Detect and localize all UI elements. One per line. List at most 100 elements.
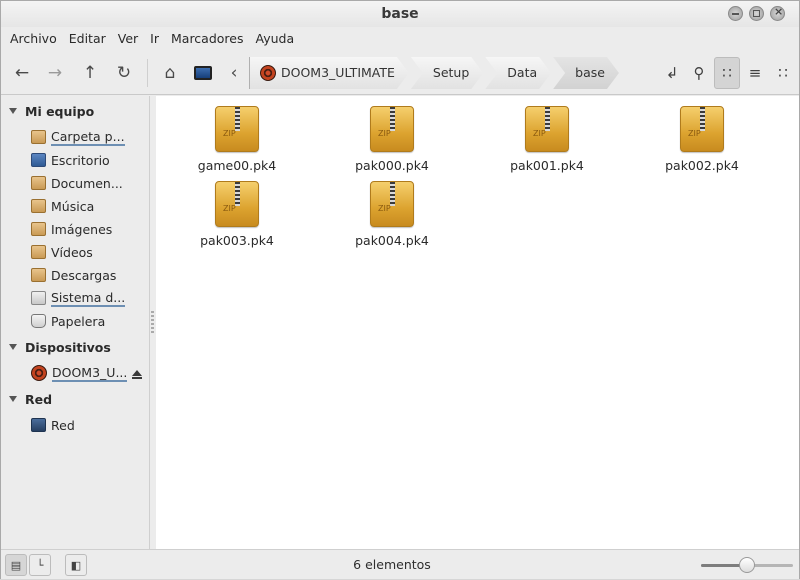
file-item[interactable]: game00.pk4: [182, 106, 292, 173]
sidebar-item-descargas[interactable]: Descargas: [31, 265, 147, 285]
file-view[interactable]: game00.pk4 pak000.pk4 pak001.pk4 pak002.…: [156, 96, 799, 549]
reload-icon: ↻: [116, 63, 132, 83]
sidebar-item-label: Papelera: [51, 313, 106, 329]
zip-archive-icon: [680, 106, 724, 152]
zoom-slider[interactable]: [701, 557, 793, 573]
forward-button[interactable]: →: [42, 60, 68, 86]
sidebar-item-videos[interactable]: Vídeos: [31, 242, 147, 262]
breadcrumb-scroll-left-button[interactable]: ‹: [221, 60, 247, 86]
desktop-icon: [31, 153, 46, 167]
sidebar-item-label: Documen...: [51, 175, 123, 191]
section-title: Dispositivos: [25, 339, 111, 355]
trash-icon: [31, 314, 46, 328]
videos-folder-icon: [31, 245, 46, 259]
sidebar-item-carpeta-personal[interactable]: Carpeta p...: [31, 127, 147, 147]
section-title: Mi equipo: [25, 103, 95, 119]
status-bar: ▤ └ ◧ 6 elementos: [1, 549, 799, 579]
breadcrumb-label: Data: [507, 65, 538, 80]
sidebar-item-label: DOOM3_U...: [52, 364, 128, 382]
zip-archive-icon: [370, 106, 414, 152]
breadcrumb-base[interactable]: base: [553, 57, 619, 89]
optical-disc-icon: [31, 365, 47, 381]
menu-marcadores[interactable]: Marcadores: [165, 27, 250, 51]
sidebar-item-papelera[interactable]: Papelera: [31, 311, 147, 331]
sidebar-item-label: Música: [51, 198, 95, 214]
sidebar-section-mi-equipo[interactable]: Mi equipo: [9, 101, 94, 121]
toolbar-separator: [147, 59, 148, 87]
downloads-folder-icon: [31, 268, 46, 282]
sidebar-item-escritorio[interactable]: Escritorio: [31, 150, 147, 170]
breadcrumb-setup[interactable]: Setup: [411, 57, 483, 89]
sidebar-item-musica[interactable]: Música: [31, 196, 147, 216]
breadcrumb: DOOM3_ULTIMATE Setup Data base: [249, 57, 621, 89]
file-name: game00.pk4: [197, 158, 277, 173]
menu-bar: Archivo Editar Ver Ir Marcadores Ayuda: [1, 27, 799, 51]
breadcrumb-label: Setup: [432, 65, 470, 80]
file-item[interactable]: pak000.pk4: [337, 106, 447, 173]
compact-view-button[interactable]: ∷: [770, 57, 796, 89]
sidebar-item-documentos[interactable]: Documen...: [31, 173, 147, 193]
sidebar: Mi equipo Carpeta p... Escritorio Docume…: [1, 96, 150, 549]
breadcrumb-label: DOOM3_ULTIMATE: [281, 65, 395, 80]
search-button[interactable]: ⚲: [686, 57, 712, 89]
file-name: pak001.pk4: [510, 158, 584, 173]
sidebar-resize-handle[interactable]: [151, 311, 154, 335]
file-item[interactable]: pak004.pk4: [337, 181, 447, 248]
reload-button[interactable]: ↻: [111, 60, 137, 86]
arrow-up-icon: ↑: [82, 63, 98, 83]
pictures-folder-icon: [31, 222, 46, 236]
title-bar[interactable]: base: [1, 1, 799, 27]
menu-ver[interactable]: Ver: [112, 27, 144, 51]
maximize-button[interactable]: [749, 6, 764, 21]
menu-editar[interactable]: Editar: [63, 27, 112, 51]
search-icon: ⚲: [693, 64, 705, 82]
grid-icon: ∷: [722, 64, 732, 82]
file-name: pak003.pk4: [200, 233, 274, 248]
home-button[interactable]: ⌂: [157, 60, 183, 86]
breadcrumb-doom3-ultimate[interactable]: DOOM3_ULTIMATE: [249, 57, 409, 89]
chevron-down-icon: [9, 396, 17, 402]
sidebar-item-label: Sistema d...: [51, 289, 126, 307]
sidebar-item-label: Imágenes: [51, 221, 113, 237]
window-title: base: [381, 6, 419, 22]
eject-icon[interactable]: [132, 370, 142, 379]
file-item[interactable]: pak003.pk4: [182, 181, 292, 248]
sidebar-item-label: Descargas: [51, 267, 117, 283]
file-name: pak002.pk4: [665, 158, 739, 173]
close-button[interactable]: [770, 5, 785, 21]
optical-disc-icon: [260, 65, 276, 81]
compact-grid-icon: ∷: [778, 64, 788, 82]
location-toggle-icon: ↲: [665, 64, 679, 82]
chevron-down-icon: [9, 108, 17, 114]
sidebar-section-red[interactable]: Red: [9, 389, 52, 409]
network-icon: [31, 418, 46, 432]
file-name: pak004.pk4: [355, 233, 429, 248]
back-button[interactable]: ←: [9, 60, 35, 86]
zoom-slider-thumb[interactable]: [739, 557, 755, 573]
breadcrumb-label: base: [575, 65, 605, 80]
menu-ayuda[interactable]: Ayuda: [250, 27, 301, 51]
location-toggle-button[interactable]: ↲: [659, 57, 685, 89]
sidebar-item-sistema-de-archivos[interactable]: Sistema d...: [31, 288, 147, 308]
sidebar-item-red[interactable]: Red: [31, 415, 147, 435]
list-view-button[interactable]: ≡: [742, 57, 768, 89]
minimize-button[interactable]: [728, 6, 743, 21]
menu-archivo[interactable]: Archivo: [4, 27, 63, 51]
sidebar-section-dispositivos[interactable]: Dispositivos: [9, 337, 111, 357]
sidebar-item-doom3-ultimate[interactable]: DOOM3_U...: [31, 363, 147, 383]
file-item[interactable]: pak002.pk4: [647, 106, 757, 173]
computer-button[interactable]: [190, 60, 216, 86]
up-button[interactable]: ↑: [77, 60, 103, 86]
sidebar-item-label: Escritorio: [51, 152, 110, 168]
list-icon: ≡: [748, 64, 762, 82]
icon-view-button[interactable]: ∷: [714, 57, 740, 89]
menu-ir[interactable]: Ir: [144, 27, 165, 51]
sidebar-item-imagenes[interactable]: Imágenes: [31, 219, 147, 239]
arrow-right-icon: →: [47, 63, 63, 83]
file-manager-window: base Archivo Editar Ver Ir Marcadores Ay…: [0, 0, 800, 579]
arrow-left-icon: ←: [14, 63, 30, 83]
file-item[interactable]: pak001.pk4: [492, 106, 602, 173]
filesystem-icon: [31, 291, 46, 305]
breadcrumb-data[interactable]: Data: [485, 57, 551, 89]
file-name: pak000.pk4: [355, 158, 429, 173]
